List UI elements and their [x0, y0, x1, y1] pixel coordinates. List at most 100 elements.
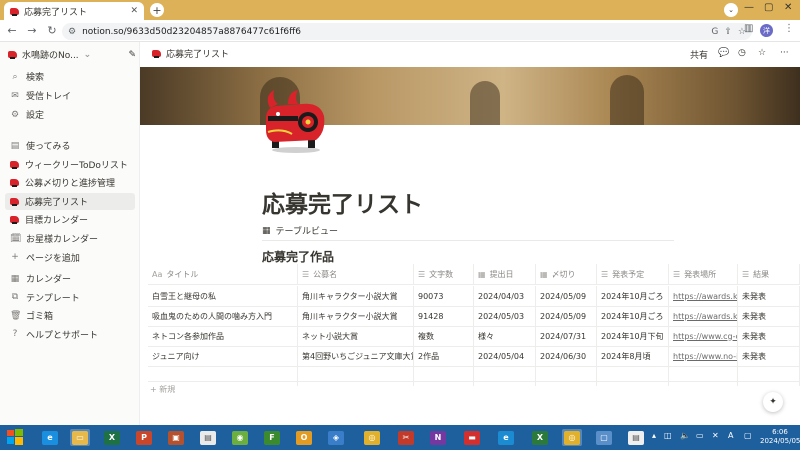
sidebar-item[interactable]: ▦ カレンダー	[5, 270, 135, 287]
new-page-icon[interactable]: ✎	[128, 50, 136, 60]
table-cell[interactable]: 様々	[474, 326, 536, 346]
tool-icon[interactable]: ✂	[396, 429, 416, 446]
sidebar-item[interactable]: ✉ 受信トレイ	[5, 87, 135, 104]
profile-avatar[interactable]: 洋	[760, 24, 773, 37]
table-cell[interactable]: ネット小説大賞	[298, 326, 414, 346]
sidebar-item[interactable]: ? ヘルプとサポート	[5, 326, 135, 343]
table-cell[interactable]: 吸血鬼のための人間の噛み方入門	[148, 306, 298, 326]
app-fpp-icon[interactable]: F	[262, 429, 282, 446]
sidebar-item[interactable]: 目標カレンダー	[5, 211, 135, 228]
akabeko-page-icon[interactable]	[262, 88, 328, 154]
page-title[interactable]: 応募完了リスト	[262, 185, 423, 219]
table-cell[interactable]: 2024年10月ごろ	[597, 286, 669, 306]
table-cell[interactable]: ネトコン各参加作品	[148, 326, 298, 346]
onenote-icon[interactable]: N	[428, 429, 448, 446]
workspace-switcher[interactable]: 水鳴跡のNo... ⌄ ✎	[8, 48, 136, 61]
table-cell[interactable]: 角川キャラクター小説大賞	[298, 286, 414, 306]
sidebar-item[interactable]: 公募〆切りと進捗管理	[5, 174, 135, 191]
tray-chevron-icon[interactable]: ▴	[652, 431, 656, 440]
table-cell[interactable]: 2024/05/09	[536, 286, 597, 306]
sidebar-item[interactable]: + ページを追加	[5, 249, 135, 266]
table-cell[interactable]: 2024/04/03	[474, 286, 536, 306]
share-button[interactable]: 共有	[690, 48, 708, 61]
excel2-icon[interactable]: X	[530, 429, 550, 446]
breadcrumb[interactable]: 応募完了リスト	[152, 47, 229, 60]
sidepanel-icon[interactable]: ▥	[744, 23, 753, 34]
notepad-icon[interactable]: ▤	[198, 429, 218, 446]
table-cell[interactable]: 90073	[414, 286, 474, 306]
table-cell[interactable]	[474, 366, 536, 386]
app-red-icon[interactable]: ▬	[462, 429, 482, 446]
table-cell[interactable]: https://www.cg-co	[669, 326, 738, 346]
explorer-icon[interactable]: ▭	[70, 429, 90, 446]
minimize-icon[interactable]: —	[744, 2, 754, 13]
table-cell[interactable]: 角川キャラクター小説大賞	[298, 306, 414, 326]
sidebar-item[interactable]: ⌕ 検索	[5, 68, 135, 85]
sidebar-item[interactable]: ⧉ テンプレート	[5, 289, 135, 306]
comment-icon[interactable]: 💬	[718, 48, 729, 58]
database-title[interactable]: 応募完了作品	[262, 248, 334, 265]
reload-icon[interactable]: ↻	[44, 24, 60, 37]
maximize-icon[interactable]: ▢	[764, 2, 773, 13]
column-header[interactable]: ☰ 発表予定	[597, 264, 669, 284]
sidebar-item[interactable]: ▤ 使ってみる	[5, 137, 135, 154]
back-icon[interactable]: ←	[4, 24, 20, 37]
table-cell[interactable]: 2024/05/04	[474, 346, 536, 366]
edge-icon[interactable]: e	[496, 429, 516, 446]
new-row-button[interactable]: + 新規	[150, 384, 175, 395]
table-cell[interactable]	[414, 366, 474, 386]
table-cell[interactable]: https://www.no-ic	[669, 346, 738, 366]
google-icon[interactable]: G	[711, 27, 718, 37]
table-cell[interactable]: 未発表	[738, 306, 800, 326]
table-cell[interactable]: 91428	[414, 306, 474, 326]
table-cell[interactable]: 2024年10月下旬	[597, 326, 669, 346]
sidebar-item[interactable]: ⚙ 設定	[5, 106, 135, 123]
excel-icon[interactable]: X	[102, 429, 122, 446]
sidebar-item[interactable]: 応募完了リスト	[5, 192, 135, 210]
volume-icon[interactable]: 🔈	[680, 431, 690, 440]
table-cell[interactable]: 白雪王と継母の私	[148, 286, 298, 306]
table-cell[interactable]	[148, 366, 298, 386]
menu-icon[interactable]: ⋮	[784, 23, 794, 34]
more-icon[interactable]: ···	[780, 48, 789, 58]
table-cell[interactable]	[536, 366, 597, 386]
column-header[interactable]: ☰ 結果	[738, 264, 800, 284]
ime-icon[interactable]: A	[728, 431, 733, 440]
table-cell[interactable]	[597, 366, 669, 386]
table-cell[interactable]	[298, 366, 414, 386]
table-cell[interactable]	[738, 366, 800, 386]
column-header[interactable]: ▦ 〆切り	[536, 264, 597, 284]
column-header[interactable]: ☰ 公募名	[298, 264, 414, 284]
sidebar-item[interactable]: 🗓 お星様カレンダー	[5, 230, 135, 247]
table-cell[interactable]: 第4回野いちごジュニア文庫大賞	[298, 346, 414, 366]
column-header[interactable]: ☰ 文字数	[414, 264, 474, 284]
game-icon[interactable]: ◉	[230, 429, 250, 446]
toolbox-icon[interactable]: ▣	[166, 429, 186, 446]
share-icon[interactable]: ⇪	[724, 27, 732, 37]
chevron-down-icon[interactable]: ⌄	[724, 3, 738, 17]
table-cell[interactable]: 未発表	[738, 346, 800, 366]
table-cell[interactable]: 2024年8月頃	[597, 346, 669, 366]
history-icon[interactable]: ◷	[738, 48, 746, 58]
site-info-icon[interactable]: ⚙	[68, 27, 76, 37]
network-icon[interactable]: ◫	[664, 431, 672, 440]
favorite-star-icon[interactable]: ☆	[758, 48, 766, 58]
sparkle-icon[interactable]: ✦	[763, 392, 783, 412]
sidebar-item[interactable]: 🗑 ゴミ箱	[5, 307, 135, 324]
windows-start-icon[interactable]	[6, 428, 24, 446]
table-cell[interactable]: ジュニア向け	[148, 346, 298, 366]
table-cell[interactable]: 2024/07/31	[536, 326, 597, 346]
table-cell[interactable]: 2作品	[414, 346, 474, 366]
table-cell[interactable]: https://awards.kad	[669, 286, 738, 306]
new-tab-button[interactable]: +	[150, 3, 164, 17]
battery-icon[interactable]: ▭	[696, 431, 704, 440]
table-cell[interactable]: 未発表	[738, 286, 800, 306]
column-header[interactable]: ☰ 発表場所	[669, 264, 738, 284]
column-header[interactable]: ▦ 提出日	[474, 264, 536, 284]
chrome-icon[interactable]: ◎	[362, 429, 382, 446]
outlook-icon[interactable]: O	[294, 429, 314, 446]
forward-icon[interactable]: →	[24, 24, 40, 37]
document-icon[interactable]: ▤	[626, 429, 646, 446]
table-cell[interactable]: 2024年10月ごろ	[597, 306, 669, 326]
cover-image[interactable]	[140, 67, 800, 125]
